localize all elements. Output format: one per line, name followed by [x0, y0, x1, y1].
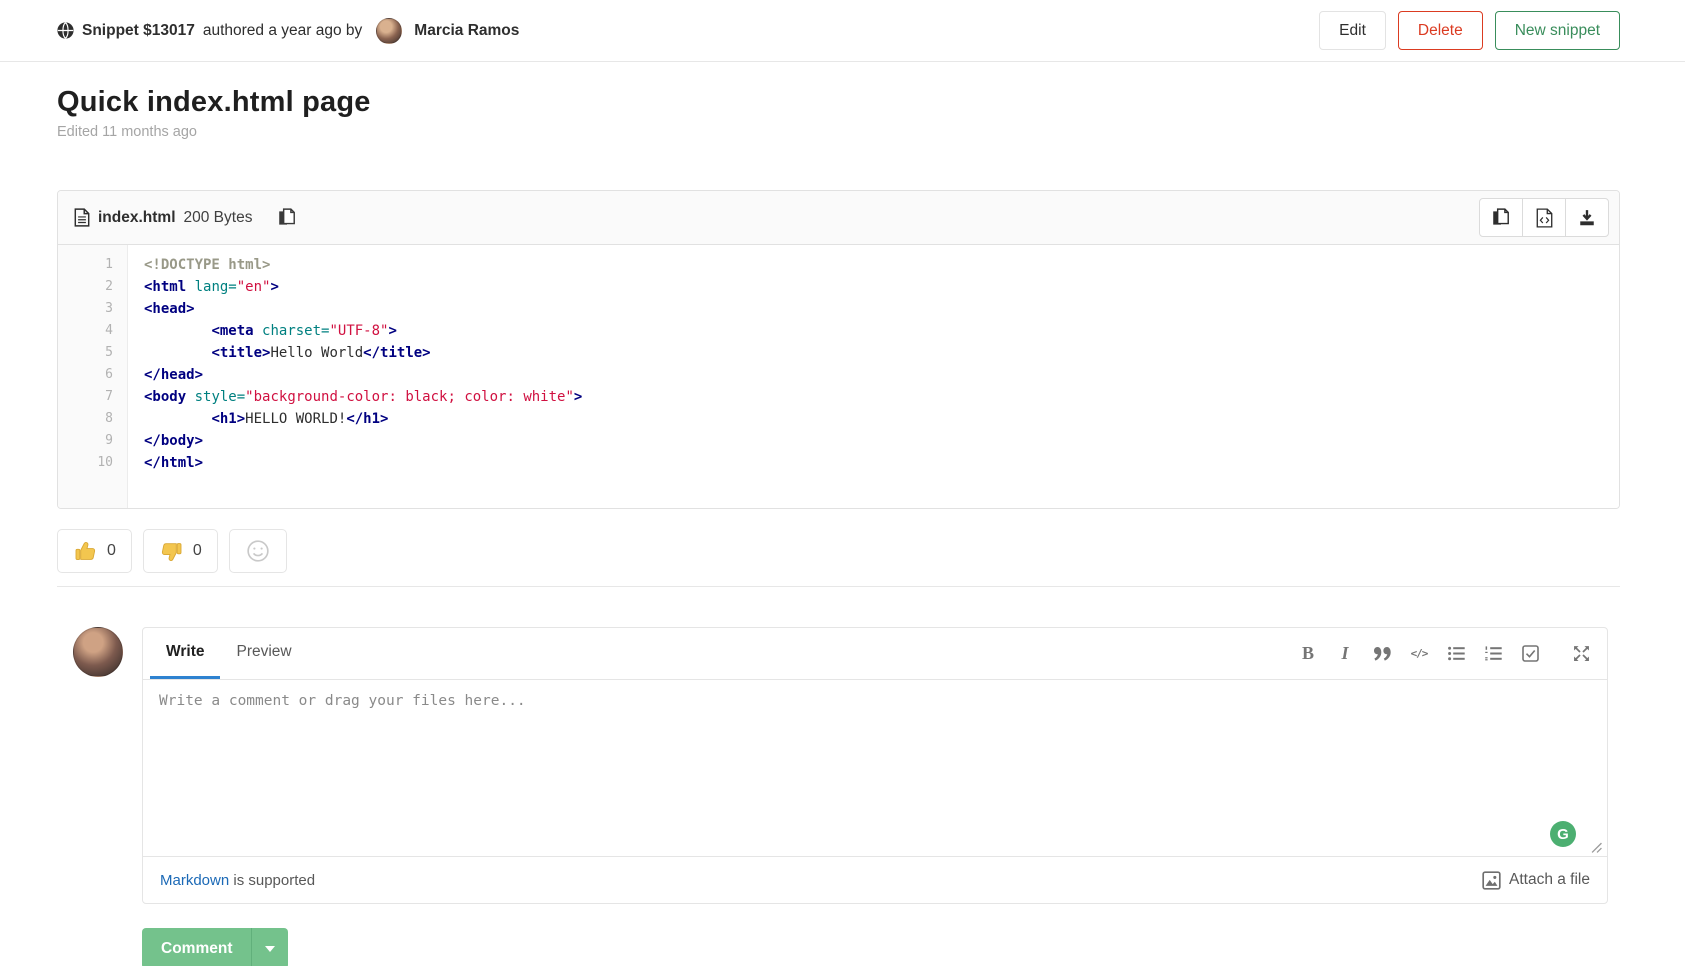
- markdown-link[interactable]: Markdown: [160, 872, 229, 889]
- code-viewer: 12345678910 <!DOCTYPE html><html lang="e…: [58, 245, 1619, 508]
- snippet-actions: Edit Delete New snippet: [1319, 11, 1620, 50]
- comment-form: Write Preview B I </>: [142, 627, 1608, 904]
- thumbs-down-icon: [159, 539, 184, 564]
- attach-label: Attach a file: [1509, 871, 1590, 889]
- snippet-meta: Snippet $13017 authored a year ago by Ma…: [57, 18, 519, 44]
- page-title: Quick index.html page: [57, 86, 1620, 119]
- line-number[interactable]: 4: [58, 320, 113, 342]
- task-list-icon[interactable]: [1520, 644, 1540, 664]
- thumbs-up-count: 0: [107, 542, 116, 560]
- line-number[interactable]: 10: [58, 452, 113, 474]
- line-number[interactable]: 8: [58, 408, 113, 430]
- delete-button[interactable]: Delete: [1398, 11, 1483, 50]
- markdown-toolbar: B I </>: [1298, 628, 1591, 679]
- code-line: <meta charset="UTF-8">: [144, 320, 1619, 342]
- attach-image-icon: [1482, 871, 1501, 890]
- thumbs-down-button[interactable]: 0: [143, 529, 218, 573]
- markdown-note: Markdown is supported: [160, 872, 315, 889]
- line-number[interactable]: 9: [58, 430, 113, 452]
- line-number[interactable]: 1: [58, 254, 113, 276]
- line-number[interactable]: 2: [58, 276, 113, 298]
- download-icon[interactable]: [1565, 198, 1609, 237]
- comment-placeholder: Write a comment or drag your files here.…: [159, 693, 526, 709]
- grammarly-icon[interactable]: G: [1550, 821, 1576, 847]
- comment-options-dropdown[interactable]: [251, 928, 288, 966]
- snippet-page: Snippet $13017 authored a year ago by Ma…: [0, 0, 1685, 966]
- copy-to-clipboard-icon[interactable]: [278, 208, 296, 228]
- attach-a-file[interactable]: Attach a file: [1482, 871, 1590, 890]
- comment-submit-label[interactable]: Comment: [142, 928, 251, 966]
- line-number[interactable]: 5: [58, 342, 113, 364]
- tab-preview[interactable]: Preview: [220, 628, 307, 679]
- file-name: index.html: [98, 209, 176, 227]
- comment-form-footer: Markdown is supported Attach a file: [143, 856, 1607, 903]
- code-line: </head>: [144, 364, 1619, 386]
- comment-submit-button[interactable]: Comment: [142, 928, 288, 966]
- current-user-avatar: [73, 627, 123, 677]
- code-line: <!DOCTYPE html>: [144, 254, 1619, 276]
- snippet-id: Snippet $13017: [82, 22, 195, 40]
- line-number[interactable]: 3: [58, 298, 113, 320]
- copy-contents-icon[interactable]: [1479, 198, 1523, 237]
- new-snippet-button[interactable]: New snippet: [1495, 11, 1620, 50]
- fullscreen-icon[interactable]: [1571, 644, 1591, 664]
- numbered-list-icon[interactable]: [1483, 644, 1503, 664]
- author-avatar[interactable]: [376, 18, 402, 44]
- add-reaction-smiley-icon: [246, 539, 270, 563]
- code-lines: <!DOCTYPE html><html lang="en"><head> <m…: [128, 245, 1619, 508]
- bold-icon[interactable]: B: [1298, 644, 1318, 664]
- code-line: </body>: [144, 430, 1619, 452]
- line-numbers: 12345678910: [58, 245, 128, 508]
- code-line: <body style="background-color: black; co…: [144, 386, 1619, 408]
- thumbs-down-count: 0: [193, 542, 202, 560]
- bullet-list-icon[interactable]: [1446, 644, 1466, 664]
- code-line: <title>Hello World</title>: [144, 342, 1619, 364]
- line-number[interactable]: 6: [58, 364, 113, 386]
- edited-timestamp: Edited 11 months ago: [57, 124, 1620, 140]
- authored-text: authored a year ago by: [203, 22, 362, 40]
- file-title: index.html 200 Bytes: [74, 208, 296, 228]
- code-line: <head>: [144, 298, 1619, 320]
- resize-grip-icon[interactable]: [1591, 842, 1602, 853]
- topbar: Snippet $13017 authored a year ago by Ma…: [0, 0, 1685, 62]
- add-reaction-button[interactable]: [229, 529, 287, 573]
- quote-icon[interactable]: [1372, 644, 1392, 664]
- code-line: <h1>HELLO WORLD!</h1>: [144, 408, 1619, 430]
- globe-icon: [57, 22, 74, 39]
- file-action-group: [1479, 198, 1609, 237]
- award-emoji-block: 0 0: [57, 529, 1620, 573]
- file-holder: index.html 200 Bytes: [57, 190, 1620, 509]
- thumbs-up-icon: [73, 539, 98, 564]
- code-line: <html lang="en">: [144, 276, 1619, 298]
- chevron-down-icon: [265, 946, 275, 952]
- content: Quick index.html page Edited 11 months a…: [0, 86, 1685, 966]
- code-icon[interactable]: </>: [1409, 644, 1429, 664]
- comment-form-header: Write Preview B I </>: [143, 628, 1607, 680]
- file-size: 200 Bytes: [184, 209, 253, 227]
- comment-textarea[interactable]: Write a comment or drag your files here.…: [143, 680, 1607, 856]
- thumbs-up-button[interactable]: 0: [57, 529, 132, 573]
- edit-button[interactable]: Edit: [1319, 11, 1386, 50]
- author-name[interactable]: Marcia Ramos: [414, 22, 519, 40]
- open-raw-icon[interactable]: [1522, 198, 1566, 237]
- file-header: index.html 200 Bytes: [58, 191, 1619, 245]
- code-line: </html>: [144, 452, 1619, 474]
- new-comment-row: Write Preview B I </>: [57, 587, 1620, 904]
- file-text-icon: [74, 208, 90, 227]
- tab-write[interactable]: Write: [150, 628, 220, 679]
- submit-row: Comment: [142, 928, 1620, 966]
- line-number[interactable]: 7: [58, 386, 113, 408]
- italic-icon[interactable]: I: [1335, 644, 1355, 664]
